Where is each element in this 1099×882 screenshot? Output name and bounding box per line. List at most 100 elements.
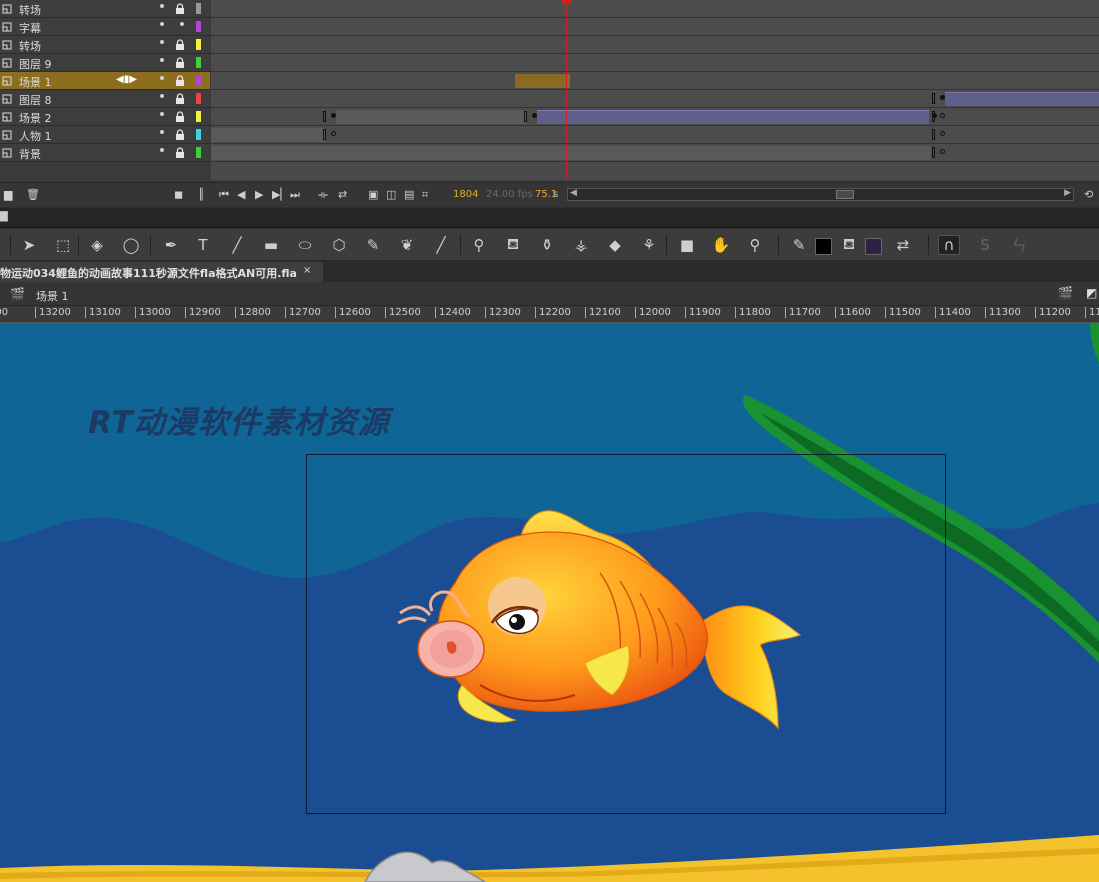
last-frame-icon[interactable]: ⏭ bbox=[290, 189, 300, 201]
paint-bucket-tool-icon[interactable]: ⛾ bbox=[502, 235, 524, 255]
keyframe-marker[interactable] bbox=[323, 129, 326, 140]
empty-keyframe[interactable] bbox=[331, 131, 336, 136]
visibility-dot-icon[interactable] bbox=[160, 76, 164, 80]
frame-row[interactable] bbox=[211, 36, 1099, 54]
delete-layer-icon[interactable]: 🗑 bbox=[26, 189, 40, 201]
layer-name[interactable]: 图层 9 bbox=[19, 56, 52, 72]
playhead[interactable] bbox=[566, 0, 567, 180]
frame-row[interactable] bbox=[211, 0, 1099, 18]
step-forward-icon[interactable]: ▶▏ bbox=[272, 189, 289, 201]
layer-name[interactable]: 转场 bbox=[19, 38, 41, 54]
scrollbar-thumb[interactable] bbox=[836, 190, 854, 199]
oval-tool-icon[interactable]: ⬭ bbox=[294, 235, 316, 255]
layer-nav-icon[interactable]: ◀▮▶ bbox=[116, 74, 137, 85]
timeline-scrollbar[interactable]: ◀ ▶ bbox=[567, 188, 1074, 201]
layer-row[interactable]: 字幕 bbox=[0, 18, 210, 36]
layer-name[interactable]: 字幕 bbox=[19, 20, 41, 36]
width-tool-icon[interactable]: ⚘ bbox=[638, 235, 660, 255]
frame-row[interactable] bbox=[211, 54, 1099, 72]
layer-row[interactable]: 场景 1 ◀▮▶ bbox=[0, 72, 210, 90]
lock-icon[interactable] bbox=[175, 129, 185, 140]
keyframe-marker[interactable] bbox=[323, 111, 326, 122]
brush-tool-icon[interactable]: ╱ bbox=[430, 235, 452, 255]
layer-row[interactable]: 转场 bbox=[0, 0, 210, 18]
frame-row[interactable] bbox=[211, 72, 1099, 90]
onion-skin-icon[interactable]: ▣ bbox=[368, 189, 378, 201]
text-tool-icon[interactable]: T bbox=[192, 235, 214, 255]
close-tab-icon[interactable]: × bbox=[303, 265, 311, 276]
keyframe-marker[interactable] bbox=[932, 129, 935, 140]
static-frames[interactable] bbox=[211, 146, 931, 160]
first-frame-icon[interactable]: ⏮ bbox=[219, 189, 229, 201]
static-frames[interactable] bbox=[336, 110, 526, 124]
motion-tween[interactable] bbox=[945, 92, 1099, 106]
visibility-dot-icon[interactable] bbox=[160, 4, 164, 8]
layer-outline-color[interactable] bbox=[196, 93, 201, 104]
layer-outline-color[interactable] bbox=[196, 147, 201, 158]
scene-breadcrumb[interactable]: 场景 1 bbox=[36, 288, 69, 304]
layer-outline-color[interactable] bbox=[196, 39, 201, 50]
layer-name[interactable]: 转场 bbox=[19, 2, 41, 18]
frame-row[interactable] bbox=[211, 126, 1099, 144]
frame-rate[interactable]: 24.00 fps bbox=[486, 189, 533, 200]
lock-dot-icon[interactable] bbox=[180, 22, 184, 26]
pen-tool-icon[interactable]: ✒ bbox=[160, 235, 182, 255]
visibility-dot-icon[interactable] bbox=[160, 40, 164, 44]
camera-toggle-icon[interactable]: ◼ bbox=[174, 189, 183, 201]
visibility-dot-icon[interactable] bbox=[160, 112, 164, 116]
lock-icon[interactable] bbox=[175, 147, 185, 158]
frame-grid[interactable] bbox=[211, 0, 1099, 180]
layer-depth-icon[interactable]: ║ bbox=[198, 189, 205, 201]
onion-outline-icon[interactable]: ◫ bbox=[386, 189, 396, 201]
panel-tab[interactable]: ▇ bbox=[0, 211, 8, 222]
playhead-handle[interactable] bbox=[562, 0, 571, 4]
scene-menu-icon[interactable]: 🎬 bbox=[1058, 286, 1073, 300]
keyframe-marker[interactable] bbox=[932, 93, 935, 104]
lock-icon[interactable] bbox=[175, 3, 185, 14]
document-tab[interactable]: 物运动034鲤鱼的动画故事111秒源文件fla格式AN可用.fla bbox=[0, 262, 323, 282]
frame-row[interactable] bbox=[211, 108, 1099, 126]
lock-icon[interactable] bbox=[175, 75, 185, 86]
keyframe[interactable] bbox=[932, 113, 937, 118]
layer-name[interactable]: 场景 1 bbox=[19, 74, 52, 90]
keyframe-marker[interactable] bbox=[524, 111, 527, 122]
lock-icon[interactable] bbox=[175, 39, 185, 50]
rectangle-tool-icon[interactable]: ▬ bbox=[260, 235, 282, 255]
ink-bottle-tool-icon[interactable]: ⚱ bbox=[536, 235, 558, 255]
stroke-color-swatch[interactable] bbox=[815, 238, 832, 255]
empty-keyframe[interactable] bbox=[940, 131, 945, 136]
layer-outline-color[interactable] bbox=[196, 3, 201, 14]
layer-name[interactable]: 人物 1 bbox=[19, 128, 52, 144]
polystar-tool-icon[interactable]: ⬡ bbox=[328, 235, 350, 255]
visibility-dot-icon[interactable] bbox=[160, 22, 164, 26]
play-icon[interactable]: ▶ bbox=[255, 189, 263, 201]
static-frames[interactable] bbox=[211, 128, 325, 142]
visibility-dot-icon[interactable] bbox=[160, 130, 164, 134]
motion-tween[interactable] bbox=[537, 110, 929, 124]
lock-icon[interactable] bbox=[175, 111, 185, 122]
paint-brush-tool-icon[interactable]: ❦ bbox=[396, 235, 418, 255]
eraser-tool-icon[interactable]: ◆ bbox=[604, 235, 626, 255]
selection-tool-icon[interactable]: ➤ bbox=[18, 235, 40, 255]
visibility-dot-icon[interactable] bbox=[160, 58, 164, 62]
lock-icon[interactable] bbox=[175, 93, 185, 104]
smooth-icon[interactable]: S bbox=[974, 235, 996, 255]
bone-tool-icon[interactable]: ⚲ bbox=[468, 235, 490, 255]
layer-outline-color[interactable] bbox=[196, 75, 201, 86]
empty-keyframe[interactable] bbox=[940, 113, 945, 118]
clapper-icon[interactable]: 🎬 bbox=[10, 287, 25, 301]
keyframe-marker[interactable] bbox=[932, 147, 935, 158]
loop-icon[interactable]: ⇄ bbox=[338, 189, 347, 201]
swap-colors-icon[interactable]: ⇄ bbox=[892, 235, 914, 255]
layer-row[interactable]: 转场 bbox=[0, 36, 210, 54]
layer-name[interactable]: 场景 2 bbox=[19, 110, 52, 126]
edit-multiple-icon[interactable]: ▤ bbox=[404, 189, 414, 201]
layer-row[interactable]: 图层 9 bbox=[0, 54, 210, 72]
lasso-tool-icon[interactable]: ◯ bbox=[120, 235, 142, 255]
current-frame[interactable]: 1804 bbox=[453, 189, 478, 200]
layer-row[interactable]: 背景 bbox=[0, 144, 210, 162]
step-back-icon[interactable]: ◀ bbox=[237, 189, 245, 201]
fit-frames-icon[interactable]: ⟲ bbox=[1084, 189, 1093, 201]
fill-color-swatch[interactable] bbox=[865, 238, 882, 255]
symbol-menu-icon[interactable]: ◩ bbox=[1086, 286, 1097, 300]
